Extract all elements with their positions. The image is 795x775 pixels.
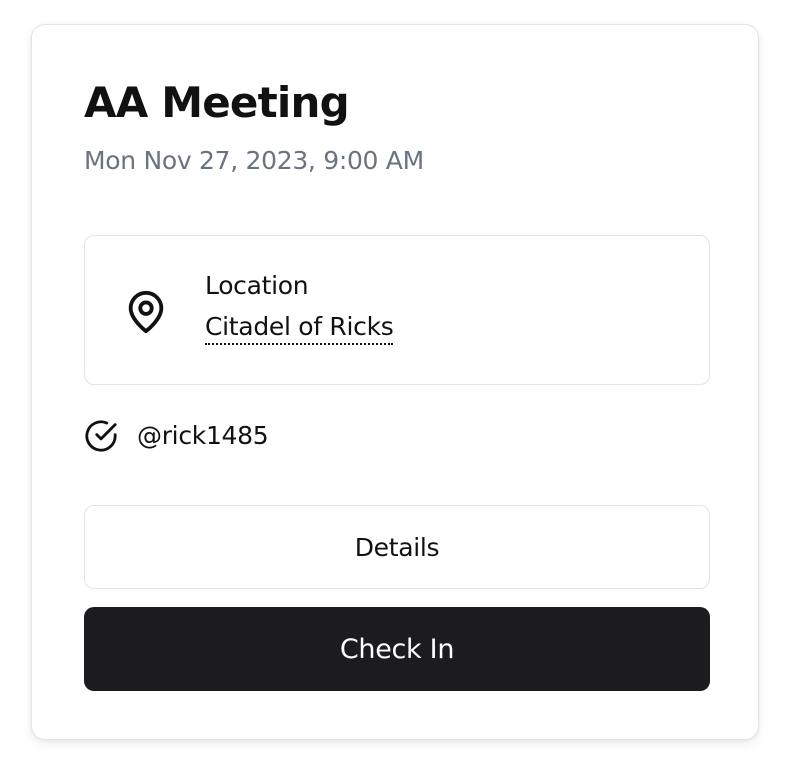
event-card: AA Meeting Mon Nov 27, 2023, 9:00 AM Loc… (31, 24, 759, 740)
checked-in-user: @rick1485 (84, 419, 269, 453)
location-link[interactable]: Citadel of Ricks (205, 311, 394, 345)
event-datetime: Mon Nov 27, 2023, 9:00 AM (84, 146, 424, 175)
details-button[interactable]: Details (84, 505, 710, 589)
circle-check-icon (85, 420, 117, 452)
map-pin-icon (128, 291, 164, 334)
check-in-button[interactable]: Check In (84, 607, 710, 691)
username: @rick1485 (137, 421, 269, 450)
location-box: Location Citadel of Ricks (84, 235, 710, 385)
location-label: Location (205, 271, 309, 300)
event-title: AA Meeting (84, 78, 350, 127)
